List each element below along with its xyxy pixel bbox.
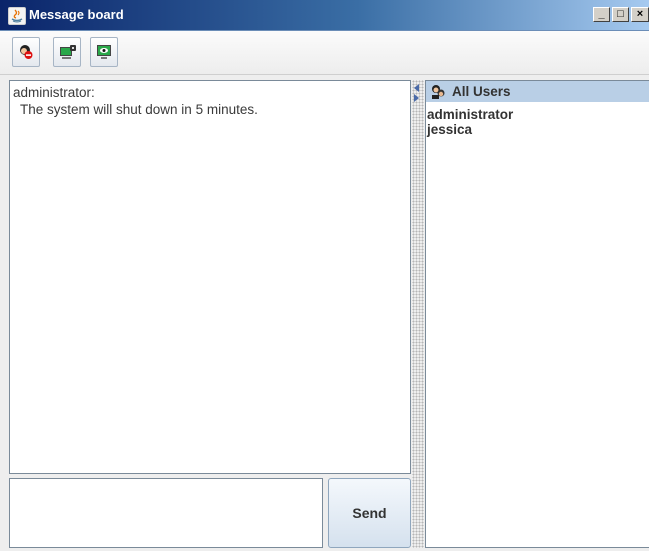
message-sender: administrator:: [13, 85, 95, 100]
close-button[interactable]: ×: [631, 7, 649, 22]
java-app-icon: [8, 7, 26, 25]
close-icon: ×: [636, 8, 644, 20]
send-button[interactable]: Send: [328, 478, 411, 548]
monitor-lock-icon: [60, 45, 76, 59]
collapse-left-icon[interactable]: [414, 84, 419, 92]
toolbar-button-monitor-lock[interactable]: [53, 37, 81, 67]
toolbar-button-monitor-eye[interactable]: [90, 37, 118, 67]
monitor-eye-icon: [97, 45, 111, 59]
window-title: Message board: [29, 7, 124, 22]
user-list-item[interactable]: administrator: [427, 107, 513, 122]
toolbar-button-stop-user[interactable]: [12, 37, 40, 67]
title-bar: Message board _ □ ×: [0, 0, 649, 31]
minimize-icon: _: [598, 8, 605, 20]
collapse-right-icon[interactable]: [414, 94, 419, 102]
stop-user-icon: [20, 45, 33, 59]
message-display[interactable]: administrator: The system will shut down…: [9, 80, 411, 474]
users-group-icon: [432, 85, 445, 99]
users-header[interactable]: All Users: [426, 81, 649, 102]
user-list-item[interactable]: jessica: [427, 122, 513, 137]
maximize-button[interactable]: □: [612, 7, 629, 22]
maximize-icon: □: [617, 8, 624, 20]
toolbar: [0, 31, 649, 75]
message-input[interactable]: [9, 478, 323, 548]
split-divider[interactable]: [412, 80, 424, 548]
minimize-button[interactable]: _: [593, 7, 610, 22]
message-text: The system will shut down in 5 minutes.: [20, 102, 258, 117]
users-panel: All Users administrator jessica: [425, 80, 649, 548]
users-header-label: All Users: [452, 84, 511, 99]
user-list: administrator jessica: [427, 107, 513, 137]
